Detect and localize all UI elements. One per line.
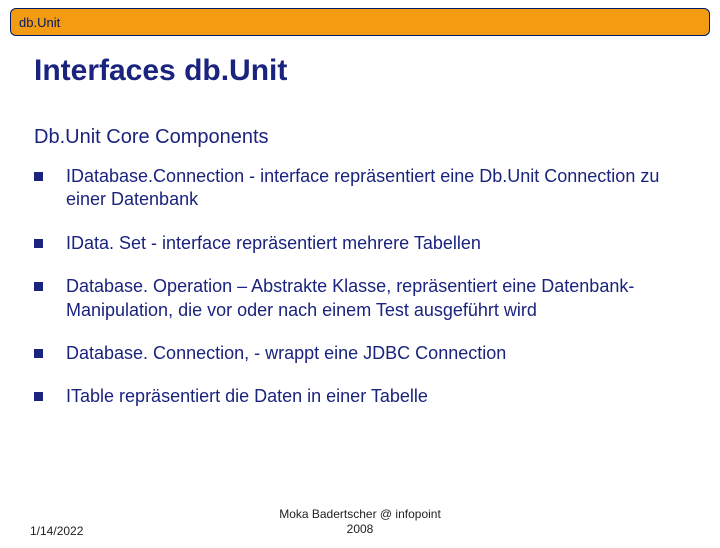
desc: - wrappt eine JDBC Connection — [249, 343, 506, 363]
slide-title: Interfaces db.Unit — [34, 54, 720, 88]
footer-date: 1/14/2022 — [30, 524, 83, 538]
term: Database. Operation — [66, 276, 232, 296]
list-item: Database. Connection, - wrappt eine JDBC… — [34, 342, 660, 365]
footer-year: 2008 — [347, 522, 374, 536]
desc: - interface repräsentiert mehrere Tabell… — [146, 233, 481, 253]
term: IData. Set — [66, 233, 146, 253]
list-item: IData. Set - interface repräsentiert meh… — [34, 232, 660, 255]
footer-author: Moka Badertscher @ infopoint — [279, 507, 441, 521]
term: ITable — [66, 386, 114, 406]
term: IDatabase.Connection — [66, 166, 244, 186]
bullet-list: IDatabase.Connection - interface repräse… — [34, 165, 660, 409]
term: Database. Connection, — [66, 343, 249, 363]
desc: repräsentiert die Daten in einer Tabelle — [114, 386, 428, 406]
list-item: IDatabase.Connection - interface repräse… — [34, 165, 660, 212]
header-bar: db.Unit — [10, 8, 710, 36]
list-item: Database. Operation – Abstrakte Klasse, … — [34, 275, 660, 322]
section-heading: Db.Unit Core Components — [34, 126, 720, 149]
footer: 1/14/2022 Moka Badertscher @ infopoint 2… — [0, 524, 720, 538]
list-item: ITable repräsentiert die Daten in einer … — [34, 385, 660, 408]
footer-center: Moka Badertscher @ infopoint 2008 — [279, 507, 441, 538]
header-label: db.Unit — [19, 15, 60, 30]
